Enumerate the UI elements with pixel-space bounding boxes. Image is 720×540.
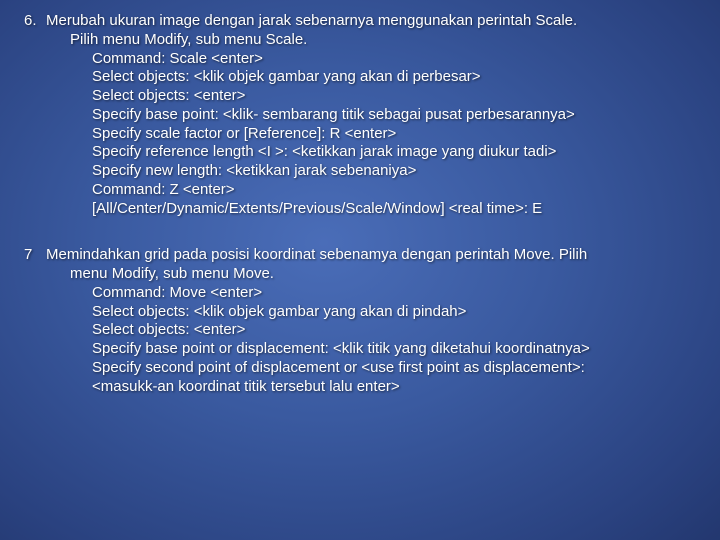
item-subtext: menu Modify, sub menu Move. bbox=[24, 265, 696, 284]
command-line: Command: Scale <enter> bbox=[24, 50, 696, 69]
command-line: Specify second point of displacement or … bbox=[24, 359, 696, 378]
command-line: Specify new length: <ketikkan jarak sebe… bbox=[24, 162, 696, 181]
list-item: 7 Memindahkan grid pada posisi koordinat… bbox=[24, 246, 696, 396]
command-line: Select objects: <enter> bbox=[24, 87, 696, 106]
command-line: Command: Z <enter> bbox=[24, 181, 696, 200]
command-line: Select objects: <klik objek gambar yang … bbox=[24, 303, 696, 322]
command-line: Command: Move <enter> bbox=[24, 284, 696, 303]
item-intro: Merubah ukuran image dengan jarak sebena… bbox=[46, 12, 696, 31]
command-line: Specify base point: <klik- sembarang tit… bbox=[24, 106, 696, 125]
item-number: 7 bbox=[24, 246, 46, 265]
item-intro: Memindahkan grid pada posisi koordinat s… bbox=[46, 246, 696, 265]
slide-content: 6. Merubah ukuran image dengan jarak seb… bbox=[0, 0, 720, 396]
command-line: Specify reference length <I >: <ketikkan… bbox=[24, 143, 696, 162]
command-line: <masukk-an koordinat titik tersebut lalu… bbox=[24, 378, 696, 397]
list-item: 6. Merubah ukuran image dengan jarak seb… bbox=[24, 12, 696, 218]
command-line: Specify base point or displacement: <kli… bbox=[24, 340, 696, 359]
command-line: Select objects: <enter> bbox=[24, 321, 696, 340]
command-line: Specify scale factor or [Reference]: R <… bbox=[24, 125, 696, 144]
item-number: 6. bbox=[24, 12, 46, 31]
item-subtext: Pilih menu Modify, sub menu Scale. bbox=[24, 31, 696, 50]
command-line: [All/Center/Dynamic/Extents/Previous/Sca… bbox=[24, 200, 696, 219]
command-line: Select objects: <klik objek gambar yang … bbox=[24, 68, 696, 87]
